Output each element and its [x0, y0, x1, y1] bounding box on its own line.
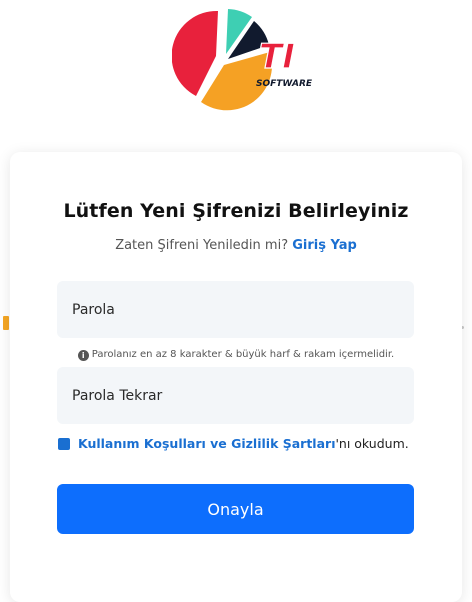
login-prompt-text: Zaten Şifreni Yeniledin mi? — [115, 238, 289, 253]
terms-link[interactable]: Kullanım Koşulları ve Gizlilik Şartları — [78, 436, 335, 451]
logo-subtitle: SOFTWARE — [256, 79, 312, 89]
decorative-mark — [3, 316, 9, 330]
info-icon: i — [77, 350, 89, 361]
password-repeat-field[interactable] — [57, 367, 414, 424]
password-hint-text: Parolanız en az 8 karakter & büyük harf … — [91, 349, 395, 360]
terms-agreement: Kullanım Koşulları ve Gizlilik Şartları '… — [58, 436, 409, 451]
page-title: Lütfen Yeni Şifrenizi Belirleyiniz — [63, 200, 409, 222]
password-repeat-input[interactable] — [70, 386, 401, 405]
login-prompt: Zaten Şifreni Yeniledin mi? Giriş Yap — [10, 238, 462, 253]
terms-checkbox[interactable] — [58, 437, 70, 450]
company-logo: TI SOFTWARE — [172, 8, 312, 112]
terms-suffix: 'nı okudum. — [335, 436, 409, 451]
logo-initials: TI — [259, 37, 295, 77]
password-hint: i Parolanız en az 8 karakter & büyük harf… — [10, 349, 462, 361]
password-input[interactable] — [70, 300, 401, 319]
confirm-button[interactable]: Onayla — [57, 484, 414, 534]
login-link[interactable]: Giriş Yap — [292, 238, 357, 253]
reset-password-card: Lütfen Yeni Şifrenizi Belirleyiniz Zaten… — [10, 152, 462, 602]
password-field[interactable] — [57, 281, 414, 338]
logo-graphic: TI SOFTWARE — [172, 9, 312, 111]
